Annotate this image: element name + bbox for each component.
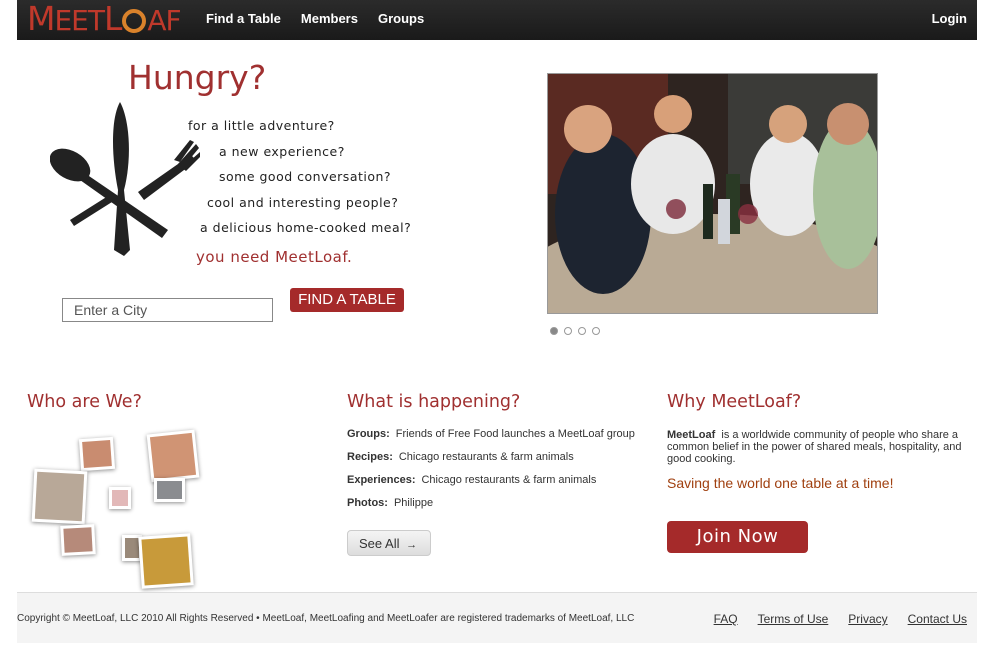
find-a-table-button[interactable]: FIND A TABLE xyxy=(290,288,404,312)
hero-question: for a little adventure? xyxy=(188,118,335,133)
hero-tagline: you need MeetLoaf. xyxy=(196,248,353,266)
happening-text[interactable]: Philippe xyxy=(394,497,433,509)
footer-link-terms[interactable]: Terms of Use xyxy=(758,612,829,626)
member-photo[interactable] xyxy=(31,468,88,525)
hero-question: a delicious home-cooked meal? xyxy=(200,220,412,235)
nav-groups[interactable]: Groups xyxy=(378,11,424,26)
happening-text[interactable]: Chicago restaurants & farm animals xyxy=(421,474,596,486)
member-photo[interactable] xyxy=(60,524,96,556)
carousel-dot[interactable] xyxy=(550,327,558,335)
carousel-dot[interactable] xyxy=(578,327,586,335)
logo[interactable]: MEETL AF xyxy=(27,0,182,40)
why-brand: MeetLoaf xyxy=(667,429,716,441)
happening-label: Photos: xyxy=(347,497,388,509)
happening-label: Experiences: xyxy=(347,474,416,486)
slogan: Saving the world one table at a time! xyxy=(667,475,894,491)
hero-carousel-photo[interactable] xyxy=(547,73,878,314)
member-photo[interactable] xyxy=(78,436,116,472)
happening-text[interactable]: Chicago restaurants & farm animals xyxy=(399,451,574,463)
happening-text[interactable]: Friends of Free Food launches a MeetLoaf… xyxy=(396,428,635,440)
hero-question: a new experience? xyxy=(219,144,345,159)
logo-plate-icon xyxy=(122,9,147,33)
happening-label: Recipes: xyxy=(347,451,393,463)
main-nav: Find a Table Members Groups xyxy=(206,11,424,26)
footer-links: FAQ Terms of Use Privacy Contact Us xyxy=(714,612,967,626)
happening-item: Recipes: Chicago restaurants & farm anima… xyxy=(347,451,574,463)
see-all-button[interactable]: See All → xyxy=(347,530,431,556)
login-link[interactable]: Login xyxy=(932,11,967,26)
city-search-input[interactable] xyxy=(62,298,273,322)
why-description: MeetLoaf is a worldwide community of peo… xyxy=(667,429,967,465)
footer-link-privacy[interactable]: Privacy xyxy=(848,612,887,626)
member-photo[interactable] xyxy=(138,533,194,589)
see-all-label: See All xyxy=(359,536,400,551)
why-meetloaf-heading: Why MeetLoaf? xyxy=(667,392,802,412)
crossed-cutlery-icon xyxy=(50,102,200,256)
footer: Copyright © MeetLoaf, LLC 2010 All Right… xyxy=(17,592,977,643)
join-now-button[interactable]: Join Now xyxy=(667,521,808,553)
what-is-happening-heading: What is happening? xyxy=(347,392,521,412)
top-navbar: MEETL AF Find a Table Members Groups Logi… xyxy=(17,0,977,40)
who-are-we-heading: Who are We? xyxy=(27,392,142,412)
footer-link-contact[interactable]: Contact Us xyxy=(908,612,967,626)
copyright-text: Copyright © MeetLoaf, LLC 2010 All Right… xyxy=(17,613,635,624)
carousel-indicators xyxy=(550,327,600,335)
happening-item: Experiences: Chicago restaurants & farm a… xyxy=(347,474,596,486)
footer-link-faq[interactable]: FAQ xyxy=(714,612,738,626)
happening-item: Photos: Philippe xyxy=(347,497,433,509)
happening-label: Groups: xyxy=(347,428,390,440)
nav-members[interactable]: Members xyxy=(301,11,358,26)
hero-title: Hungry? xyxy=(128,58,267,97)
member-photo[interactable] xyxy=(109,487,131,509)
hero-question: some good conversation? xyxy=(219,169,392,184)
member-photo[interactable] xyxy=(146,429,200,483)
carousel-dot[interactable] xyxy=(564,327,572,335)
arrow-right-icon: → xyxy=(406,539,418,551)
nav-find-a-table[interactable]: Find a Table xyxy=(206,11,281,26)
carousel-dot[interactable] xyxy=(592,327,600,335)
member-photo[interactable] xyxy=(154,478,185,502)
happening-item: Groups: Friends of Free Food launches a M… xyxy=(347,428,635,440)
hero-question: cool and interesting people? xyxy=(207,195,399,210)
